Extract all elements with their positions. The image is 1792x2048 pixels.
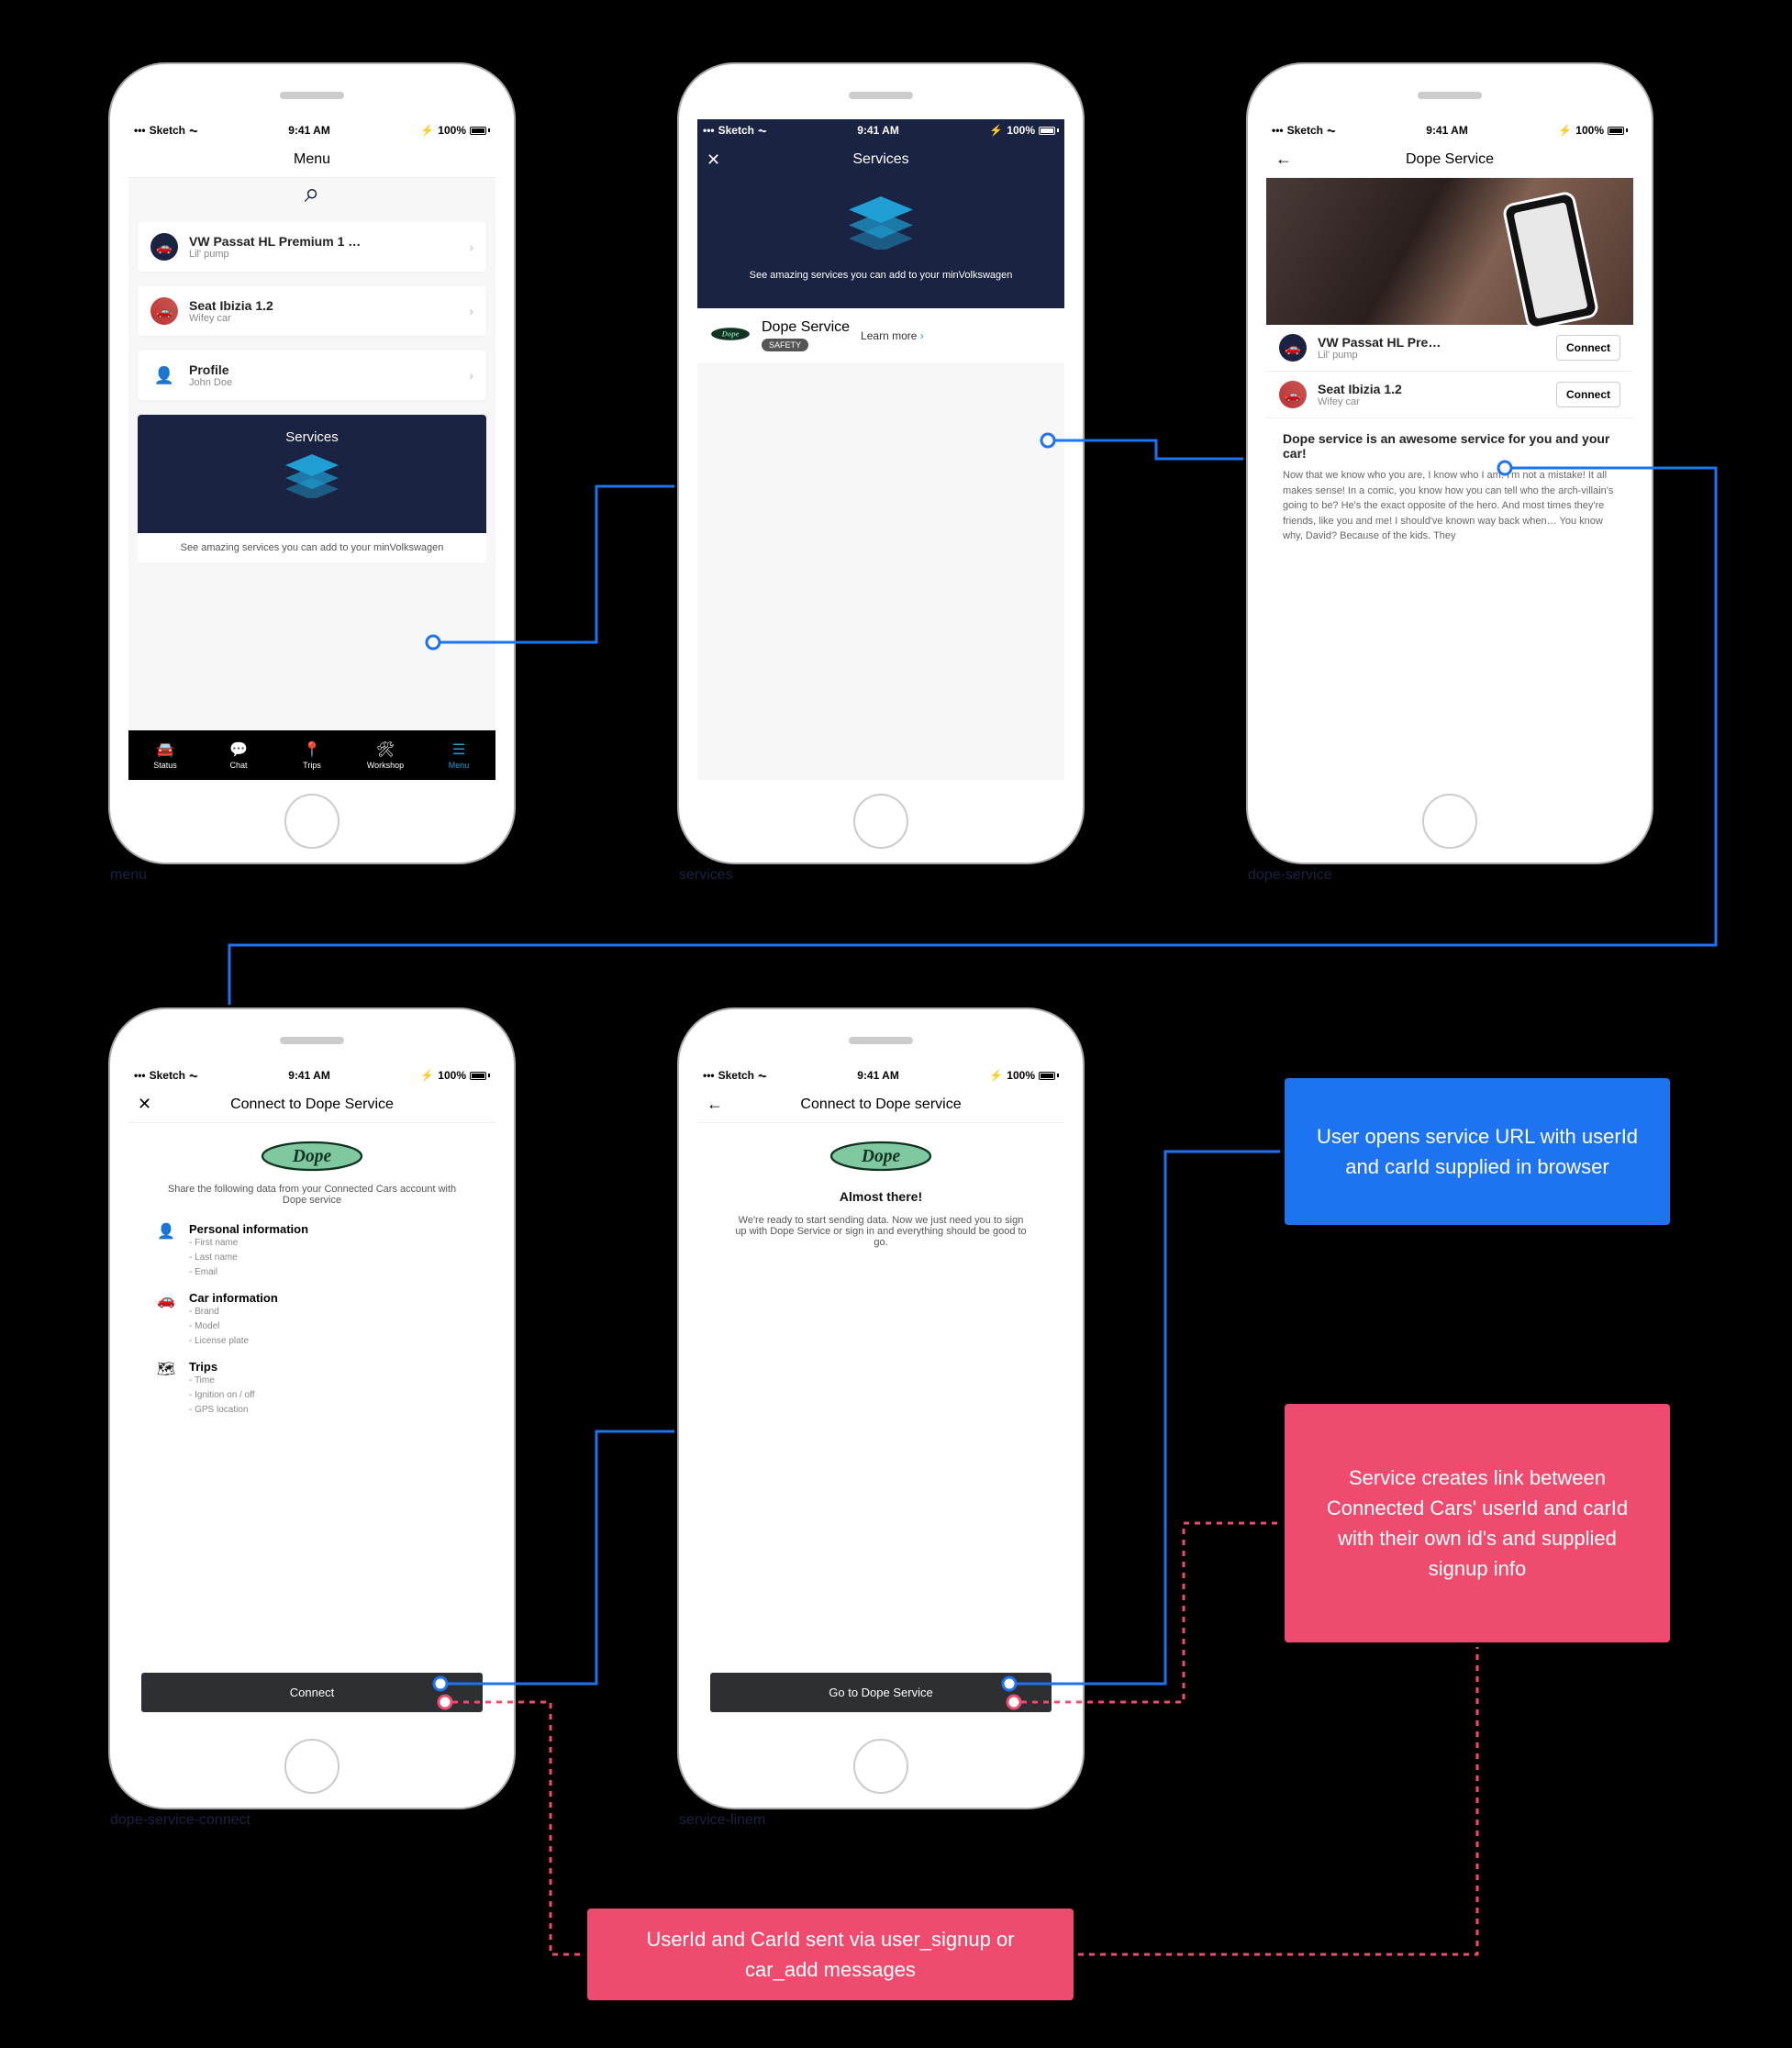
hero-image: [1266, 178, 1633, 325]
layers-icon: [734, 196, 1028, 257]
phone-finalize: •••Sketch⏦ 9:41 AM ⚡100% ← Connect to Do…: [679, 1009, 1083, 1808]
phone-caption: dope-service: [1248, 867, 1332, 884]
tab-status[interactable]: 🚘Status: [128, 730, 202, 780]
services-card[interactable]: Services See amazing services you can ad…: [138, 415, 486, 562]
chevron-right-icon: ›: [469, 368, 473, 383]
tools-icon: 🛠: [376, 740, 395, 759]
tab-workshop[interactable]: 🛠Workshop: [349, 730, 422, 780]
chevron-right-icon: ›: [920, 329, 924, 342]
status-bar: •••Sketch⏦ 9:41 AM ⚡100%: [1266, 119, 1633, 141]
safety-badge: SAFETY: [762, 339, 808, 351]
dope-logo-icon: Dope: [128, 1123, 495, 1184]
close-icon[interactable]: ✕: [707, 150, 720, 170]
car-row-vw[interactable]: 🚗 VW Passat HL Premium 1 … Lil' pump ›: [138, 222, 486, 272]
car-icon: 🚗: [156, 1291, 176, 1349]
car-icon: 🚗: [150, 297, 178, 325]
car-icon: 🚗: [1279, 381, 1307, 408]
section-car: 🚗 Car information BrandModelLicense plat…: [128, 1286, 495, 1354]
service-description: Dope service is an awesome service for y…: [1266, 418, 1633, 557]
person-icon: 👤: [156, 1222, 176, 1280]
home-button[interactable]: [284, 1739, 339, 1794]
connect-button[interactable]: Connect: [1556, 335, 1620, 361]
home-button[interactable]: [853, 794, 908, 849]
phone-caption: services: [679, 867, 733, 884]
layers-icon: [156, 454, 468, 506]
svg-text:Dope: Dope: [720, 328, 739, 338]
info-service-link: Service creates link between Connected C…: [1285, 1404, 1670, 1642]
info-messages: UserId and CarId sent via user_signup or…: [587, 1909, 1074, 2000]
tab-chat[interactable]: 💬Chat: [202, 730, 275, 780]
connect-button[interactable]: Connect: [1556, 382, 1620, 407]
nav-bar: Menu: [128, 141, 495, 178]
status-bar: •••Sketch⏦ 9:41 AM ⚡100%: [128, 119, 495, 141]
chevron-right-icon: ›: [469, 304, 473, 318]
home-button[interactable]: [853, 1739, 908, 1794]
profile-row[interactable]: 👤 Profile John Doe ›: [138, 351, 486, 400]
car-icon: 🚗: [150, 233, 178, 261]
close-icon[interactable]: ✕: [138, 1095, 151, 1114]
chevron-right-icon: ›: [469, 239, 473, 254]
car-icon: 🚘: [156, 740, 174, 759]
section-personal: 👤 Personal information First nameLast na…: [128, 1217, 495, 1286]
go-to-service-button[interactable]: Go to Dope Service: [710, 1673, 1052, 1712]
dope-logo-icon: Dope: [710, 324, 751, 349]
search-icon[interactable]: ⌕: [305, 178, 320, 208]
status-bar: •••Sketch⏦ 9:41 AM ⚡100%: [128, 1064, 495, 1086]
status-bar: •••Sketch⏦ 9:41 AM ⚡100%: [697, 119, 1064, 141]
map-icon: 🗺: [156, 1360, 176, 1418]
phone-connect: •••Sketch⏦ 9:41 AM ⚡100% ✕ Connect to Do…: [110, 1009, 514, 1808]
person-icon: 👤: [150, 362, 178, 389]
tab-menu[interactable]: ☰Menu: [422, 730, 495, 780]
back-icon[interactable]: ←: [707, 1095, 723, 1114]
svg-text:Dope: Dope: [292, 1147, 332, 1166]
tab-trips[interactable]: 📍Trips: [275, 730, 349, 780]
car-row-seat: 🚗 Seat Ibizia 1.2Wifey car Connect: [1266, 372, 1633, 418]
home-button[interactable]: [1422, 794, 1477, 849]
nav-bar: ✕ Connect to Dope Service: [128, 1086, 495, 1123]
nav-bar: ← Dope Service: [1266, 141, 1633, 178]
back-icon[interactable]: ←: [1275, 150, 1292, 169]
nav-bar: ← Connect to Dope service: [697, 1086, 1064, 1123]
service-item-dope[interactable]: Dope Dope Service SAFETY Learn more ›: [697, 308, 1064, 363]
chat-icon: 💬: [229, 740, 248, 759]
phone-caption: menu: [110, 867, 147, 884]
nav-bar: ✕ Services: [697, 141, 1064, 178]
phone-menu: •••Sketch⏦ 9:41 AM ⚡100% Menu ⌕ 🚗 VW Pas…: [110, 64, 514, 863]
car-row-seat[interactable]: 🚗 Seat Ibizia 1.2 Wifey car ›: [138, 286, 486, 336]
phone-dope-service: •••Sketch⏦ 9:41 AM ⚡100% ← Dope Service …: [1248, 64, 1652, 863]
tab-bar: 🚘Status 💬Chat 📍Trips 🛠Workshop ☰Menu: [128, 730, 495, 780]
car-icon: 🚗: [1279, 334, 1307, 362]
phone-services: •••Sketch⏦ 9:41 AM ⚡100% ✕ Services See …: [679, 64, 1083, 863]
section-trips: 🗺 Trips TimeIgnition on / offGPS locatio…: [128, 1354, 495, 1423]
nav-title: Menu: [294, 151, 330, 168]
status-bar: •••Sketch⏦ 9:41 AM ⚡100%: [697, 1064, 1064, 1086]
phone-caption: service-linem: [679, 1812, 765, 1829]
menu-icon: ☰: [452, 740, 465, 759]
phone-caption: dope-service-connect: [110, 1812, 250, 1829]
learn-more-link[interactable]: Learn more ›: [861, 329, 924, 342]
home-button[interactable]: [284, 794, 339, 849]
svg-text:Dope: Dope: [861, 1147, 901, 1166]
car-row-vw: 🚗 VW Passat HL Pre…Lil' pump Connect: [1266, 325, 1633, 372]
pin-icon: 📍: [303, 740, 321, 759]
info-user-opens-url: User opens service URL with userId and c…: [1285, 1078, 1670, 1225]
dope-logo-icon: Dope: [697, 1123, 1064, 1184]
connect-button[interactable]: Connect: [141, 1673, 483, 1712]
